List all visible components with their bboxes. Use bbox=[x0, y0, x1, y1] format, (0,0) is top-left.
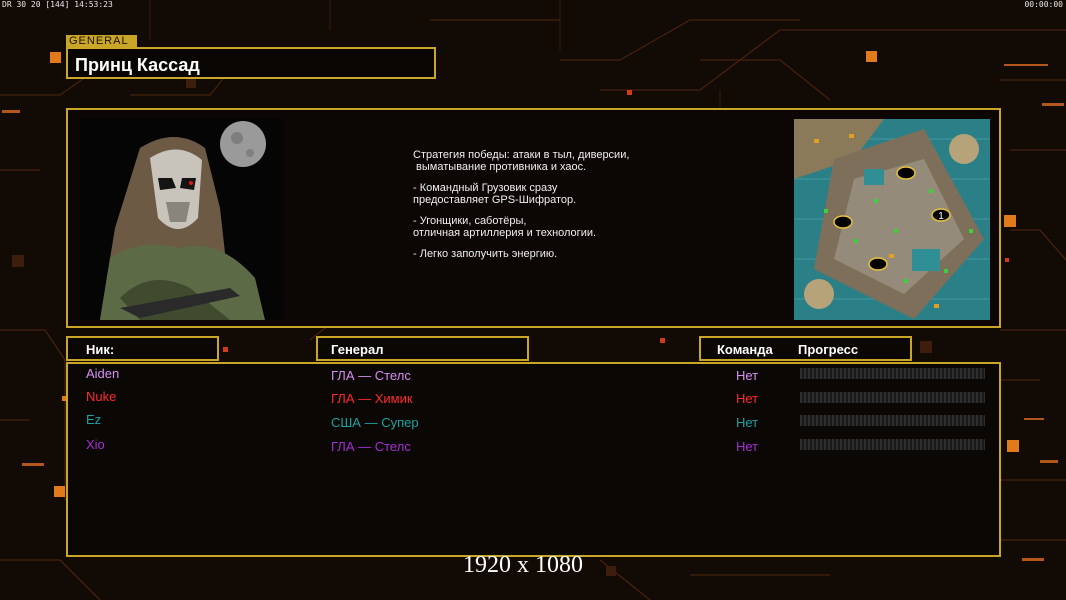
general-column-header: Генерал bbox=[331, 342, 384, 357]
description-line: Стратегия победы: атаки в тыл, диверсии, bbox=[413, 149, 630, 161]
hud-clock: 00:00:00 bbox=[1024, 0, 1063, 9]
player-progress-bar bbox=[800, 392, 985, 403]
player-progress-bar bbox=[800, 439, 985, 450]
player-nick: Ez bbox=[86, 412, 102, 427]
player-progress-bar bbox=[800, 368, 985, 379]
player-general: ГЛА — Химик bbox=[331, 391, 413, 406]
player-team: Нет bbox=[736, 439, 759, 454]
description-line: - Угонщики, саботёры, bbox=[413, 215, 527, 227]
description-line: - Командный Грузовик сразу bbox=[413, 182, 558, 194]
general-name: Принц Кассад bbox=[75, 55, 200, 75]
player-nick: Xio bbox=[86, 437, 105, 452]
progress-column-header: Прогресс bbox=[798, 342, 859, 357]
nick-column-header: Ник: bbox=[86, 342, 115, 357]
team-column-header: Команда bbox=[717, 342, 773, 357]
player-team: Нет bbox=[736, 368, 759, 383]
map-preview-icon: 1 bbox=[794, 119, 990, 320]
player-nick: Nuke bbox=[86, 389, 117, 404]
general-portrait-icon bbox=[80, 118, 284, 320]
resolution-label: 1920 x 1080 bbox=[463, 552, 583, 578]
player-team: Нет bbox=[736, 391, 759, 406]
player-progress-bar bbox=[800, 415, 985, 426]
description-line: выматывание противника и хаос. bbox=[413, 160, 587, 173]
map-start-marker: 1 bbox=[938, 211, 944, 222]
description-line: отличная артиллерия и технологии. bbox=[413, 226, 597, 239]
player-general: США — Супер bbox=[331, 415, 419, 430]
hud-status: DR 30 20 [144] 14:53:23 bbox=[2, 0, 113, 9]
player-nick: Aiden bbox=[86, 366, 120, 381]
player-team: Нет bbox=[736, 415, 759, 430]
description-line: предоставляет GPS-Шифратор. bbox=[413, 193, 577, 206]
player-general: ГЛА — Стелс bbox=[331, 368, 411, 383]
general-description: Стратегия победы: атаки в тыл, диверсии,… bbox=[413, 149, 630, 261]
description-line: - Легко заполучить энергию. bbox=[413, 248, 558, 260]
player-general: ГЛА — Стелс bbox=[331, 439, 411, 454]
